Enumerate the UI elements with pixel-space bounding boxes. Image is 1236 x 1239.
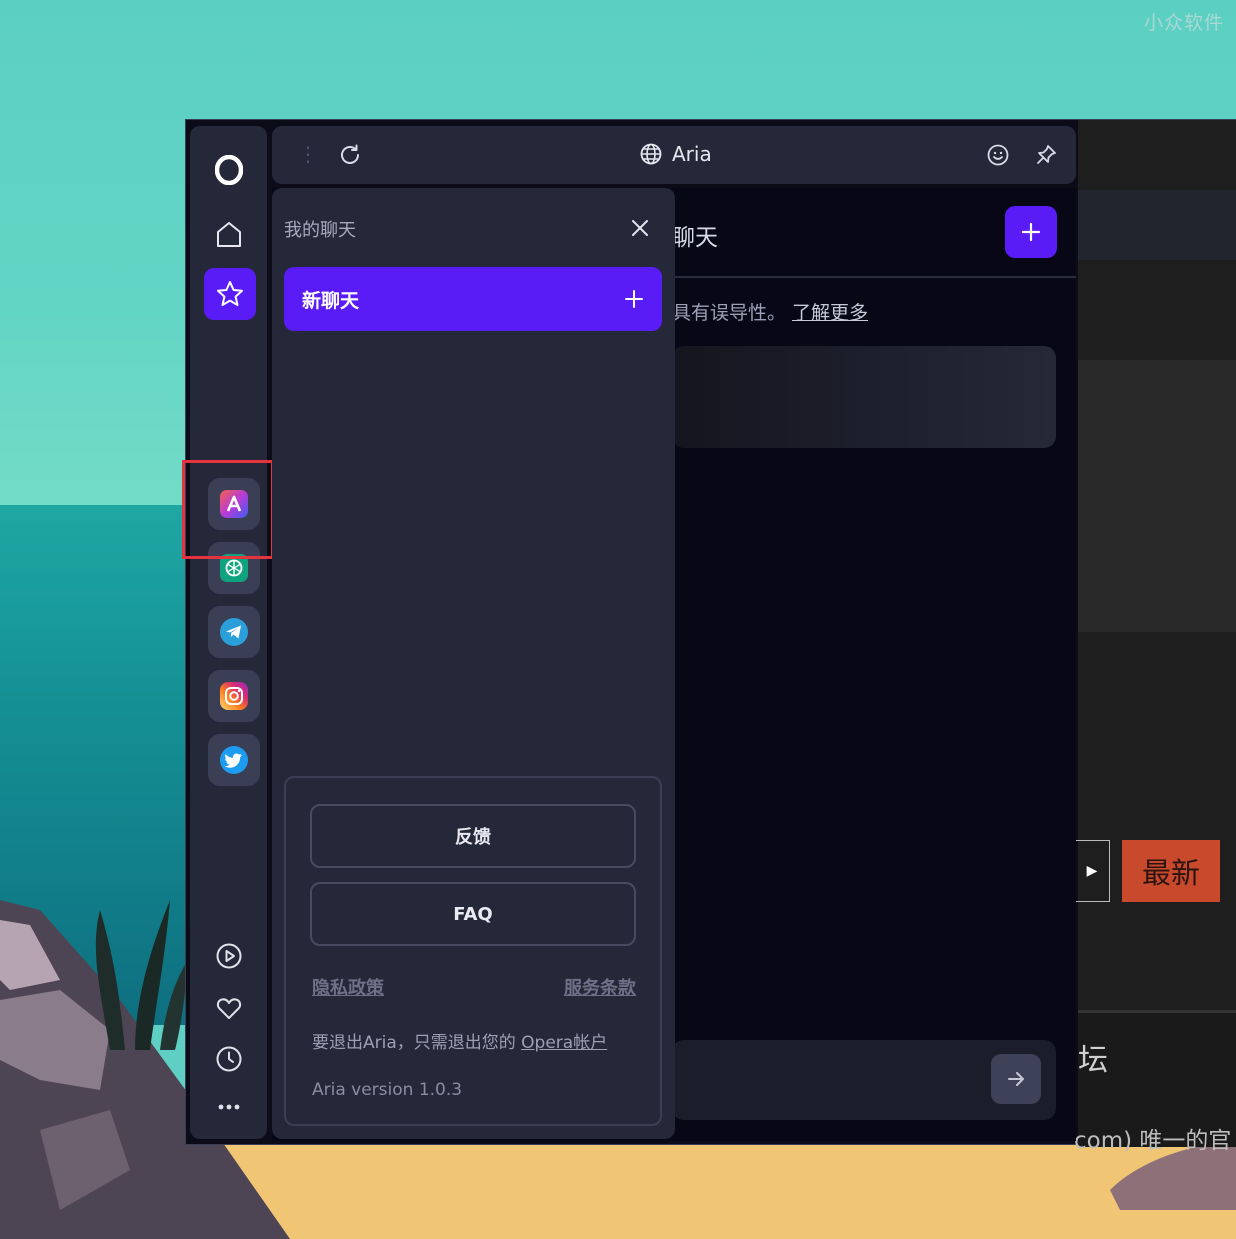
- home-icon[interactable]: [203, 208, 255, 260]
- more-options-icon[interactable]: [214, 1092, 244, 1122]
- aria-chat-header: 聊天: [672, 225, 718, 251]
- terms-of-service-link[interactable]: 服务条款: [564, 974, 636, 1000]
- privacy-policy-link[interactable]: 隐私政策: [312, 974, 384, 1000]
- opera-logo-icon[interactable]: [203, 144, 255, 196]
- arrow-right-icon: [1008, 1072, 1024, 1086]
- history-clock-icon[interactable]: [214, 1044, 244, 1074]
- instagram-app-icon[interactable]: [208, 670, 260, 722]
- plus-icon: [1021, 222, 1041, 242]
- faq-button[interactable]: FAQ: [310, 882, 636, 946]
- aria-message-card: [672, 346, 1056, 448]
- panel-title: Aria: [640, 142, 712, 166]
- globe-icon: [640, 143, 662, 165]
- drag-handle-icon[interactable]: ⋮: [298, 142, 318, 166]
- logout-hint: 要退出Aria，只需退出您的 Opera帐户: [312, 1028, 607, 1053]
- logout-hint-text: 要退出Aria，只需退出您的: [312, 1033, 522, 1053]
- site-band: [1078, 190, 1236, 260]
- aria-disclaimer: 具有误导性。 了解更多: [672, 298, 868, 325]
- version-text: Aria version 1.0.3: [312, 1080, 463, 1100]
- feedback-button[interactable]: 反馈: [310, 804, 636, 868]
- new-chat-plus-button[interactable]: [1005, 206, 1057, 258]
- opera-account-link[interactable]: Opera帐户: [521, 1033, 607, 1053]
- site-latest-button[interactable]: 最新: [1122, 840, 1220, 902]
- emoji-icon[interactable]: [986, 143, 1010, 171]
- drawer-title: 我的聊天: [284, 220, 356, 241]
- site-band: 坛 com) 唯一的官: [1074, 1010, 1236, 1154]
- twitter-app-icon[interactable]: [208, 734, 260, 786]
- new-chat-button[interactable]: 新聊天: [284, 267, 662, 331]
- close-icon[interactable]: [626, 214, 654, 242]
- drawer-footer: 反馈 FAQ 隐私政策 服务条款 要退出Aria，只需退出您的 Opera帐户 …: [284, 776, 662, 1126]
- browser-window: ▶ 最新 坛 com) 唯一的官 ⋮ Aria 聊天 具有误导性。 了解更多 我…: [182, 119, 1236, 1154]
- learn-more-link[interactable]: 了解更多: [792, 302, 868, 324]
- panel-title-text: Aria: [672, 142, 712, 166]
- highlight-box: [182, 460, 274, 559]
- pin-icon[interactable]: [1034, 143, 1058, 171]
- new-chat-label: 新聊天: [302, 289, 360, 312]
- site-band: [1078, 360, 1236, 632]
- site-next-arrow[interactable]: ▶: [1074, 840, 1110, 902]
- website-preview: ▶ 最新 坛 com) 唯一的官: [1074, 120, 1236, 1154]
- panel-toolbar: ⋮ Aria: [272, 126, 1076, 184]
- disclaimer-text: 具有误导性。: [672, 302, 787, 324]
- player-icon[interactable]: [214, 941, 244, 971]
- reload-icon[interactable]: [338, 143, 362, 171]
- aria-star-icon[interactable]: [204, 268, 256, 320]
- heart-icon[interactable]: [214, 993, 244, 1023]
- watermark-text: 小众软件: [1143, 12, 1224, 34]
- telegram-app-icon[interactable]: [208, 606, 260, 658]
- sidebar-rail: [182, 126, 274, 1139]
- wallpaper-plant: [95, 900, 188, 1050]
- site-domain-text: com) 唯一的官: [1074, 1128, 1232, 1154]
- plus-icon: [625, 290, 643, 308]
- legal-links: 隐私政策 服务条款: [312, 974, 636, 1000]
- send-button[interactable]: [991, 1054, 1041, 1104]
- my-chats-drawer: 我的聊天 新聊天 反馈 FAQ 隐私政策 服务条款 要退出Aria，只需退出您的…: [272, 188, 675, 1139]
- site-forum-text: 坛: [1078, 1043, 1108, 1078]
